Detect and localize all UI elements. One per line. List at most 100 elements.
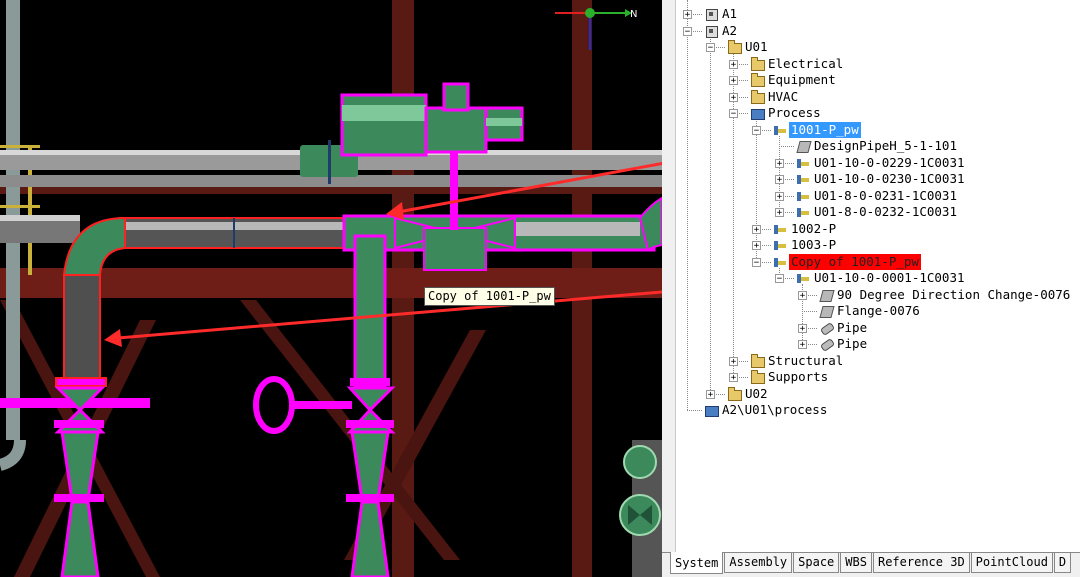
highlighted-vertical-pipe[interactable]: [353, 234, 387, 388]
collapse-toggle[interactable]: −: [729, 109, 738, 119]
unit-folder-icon: [727, 387, 742, 401]
expand-toggle[interactable]: +: [798, 291, 807, 301]
system-tree-panel[interactable]: + A1 − A2 − U01 + Electrical + Equipment + HVAC − Pro…: [662, 0, 1080, 577]
pipe-run-icon: [796, 205, 810, 219]
compass-north-label: N: [630, 9, 637, 20]
tree-item[interactable]: U01-8-0-0231-1C0031: [796, 188, 959, 204]
expand-toggle[interactable]: +: [729, 76, 738, 86]
expand-toggle[interactable]: +: [752, 241, 761, 251]
collapse-toggle[interactable]: −: [775, 274, 784, 284]
expand-toggle[interactable]: +: [775, 208, 784, 218]
tree-item[interactable]: Pipe: [819, 336, 869, 353]
tree-item-label: HVAC: [768, 89, 799, 104]
tree-item[interactable]: U01-10-0-0229-1C0031: [796, 155, 967, 171]
expand-toggle[interactable]: +: [798, 324, 807, 334]
collapse-toggle[interactable]: −: [752, 126, 761, 136]
pipe-part-icon: [819, 337, 836, 353]
tree-item[interactable]: A2: [704, 23, 739, 39]
tree-item-label: Pipe: [837, 320, 868, 335]
expand-toggle[interactable]: +: [706, 390, 715, 400]
compass-gizmo[interactable]: [555, 8, 632, 50]
pipe-run-icon: [796, 172, 810, 186]
tree-item-label: U02: [745, 386, 768, 401]
3d-viewport[interactable]: N Copy of 1001-P_pw: [0, 0, 662, 577]
tree-scrollbar[interactable]: [662, 0, 676, 552]
tab-d[interactable]: D: [1053, 553, 1072, 573]
expand-toggle[interactable]: +: [775, 192, 784, 202]
tree-item-label: 1003-P: [791, 237, 837, 252]
selected-vertical-pipe[interactable]: [63, 274, 101, 381]
tree-item[interactable]: A1: [704, 6, 739, 22]
workspace-tabs: System Assembly Space WBS Reference 3D PointC…: [662, 552, 1080, 577]
component-icon: [704, 24, 718, 38]
tree-item-label: U01-8-0-0231-1C0031: [814, 188, 957, 203]
tree-item-label: Structural: [768, 353, 844, 368]
tab-reference-3d[interactable]: Reference 3D: [872, 553, 970, 573]
tree-item-label: Supports: [768, 369, 829, 384]
tree-item-label: Equipment: [768, 72, 836, 87]
tree-item[interactable]: Supports: [750, 369, 830, 385]
tree-item-label: U01-8-0-0232-1C0031: [814, 204, 957, 219]
tree-item[interactable]: Copy of 1001-P_pw: [773, 254, 921, 270]
green-valve-right[interactable]: [619, 440, 662, 577]
expand-toggle[interactable]: +: [752, 225, 761, 235]
structural-folder-icon: [750, 354, 765, 368]
expand-toggle[interactable]: +: [729, 60, 738, 70]
unit-folder-icon: [727, 40, 742, 54]
tree-item-label: U01-10-0-0001-1C0031: [814, 270, 965, 285]
lower-valve-right[interactable]: [253, 376, 396, 577]
pipeline-icon: [773, 123, 787, 137]
design-pipe-icon: [796, 139, 812, 153]
tree-item[interactable]: 1003-P: [773, 237, 838, 253]
tab-system[interactable]: System: [670, 552, 724, 574]
tab-assembly[interactable]: Assembly: [724, 553, 793, 573]
collapse-toggle[interactable]: −: [683, 27, 692, 37]
tree-item-label: DesignPipeH_5-1-101: [814, 138, 957, 153]
tree-item-label: Copy of 1001-P_pw: [789, 254, 921, 270]
tree-item[interactable]: U02: [727, 386, 770, 402]
pipe-run-icon: [796, 271, 810, 285]
tree-item-label: Electrical: [768, 56, 844, 71]
tree-item[interactable]: HVAC: [750, 89, 800, 105]
tree-item[interactable]: U01-10-0-0230-1C0031: [796, 171, 967, 187]
tree-item[interactable]: 1001-P_pw: [773, 122, 861, 138]
tree-item[interactable]: Electrical: [750, 56, 845, 72]
system-tree[interactable]: + A1 − A2 − U01 + Electrical + Equipment + HVAC − Pro…: [662, 0, 1080, 552]
tree-item[interactable]: A2\U01\process: [704, 402, 829, 418]
expand-toggle[interactable]: +: [798, 340, 807, 350]
tree-item[interactable]: U01-8-0-0232-1C0031: [796, 204, 959, 220]
tree-item[interactable]: DesignPipeH_5-1-101: [796, 138, 959, 154]
annotation-arrow: [104, 329, 122, 347]
tree-item[interactable]: Structural: [750, 353, 845, 369]
equipment-folder-icon: [750, 73, 765, 87]
expand-toggle[interactable]: +: [775, 175, 784, 185]
tab-space[interactable]: Space: [793, 553, 840, 573]
lower-valve-left[interactable]: [0, 386, 150, 577]
pipeline-icon: [773, 238, 787, 252]
expand-toggle[interactable]: +: [683, 10, 692, 20]
tree-item-label: Pipe: [837, 336, 868, 351]
tree-item-label: U01: [745, 39, 768, 54]
valve-actuator[interactable]: [340, 93, 428, 157]
expand-toggle[interactable]: +: [729, 357, 738, 367]
tree-item[interactable]: Flange-0076: [819, 303, 922, 319]
tree-item[interactable]: Equipment: [750, 72, 838, 88]
tooltip: Copy of 1001-P_pw: [424, 287, 555, 306]
expand-toggle[interactable]: +: [775, 159, 784, 169]
tree-item[interactable]: Pipe: [819, 320, 869, 337]
tree-item[interactable]: 90 Degree Direction Change-0076: [819, 287, 1072, 303]
tree-item[interactable]: U01-10-0-0001-1C0031: [796, 270, 967, 286]
tab-wbs[interactable]: WBS: [840, 553, 872, 573]
expand-toggle[interactable]: +: [729, 373, 738, 383]
pipeline-icon: [773, 222, 787, 236]
collapse-toggle[interactable]: −: [752, 258, 761, 268]
tree-item[interactable]: 1002-P: [773, 221, 838, 237]
tree-item[interactable]: Process: [750, 105, 823, 121]
collapse-toggle[interactable]: −: [706, 43, 715, 53]
expand-toggle[interactable]: +: [729, 93, 738, 103]
pipe-run-icon: [796, 156, 810, 170]
tab-pointcloud[interactable]: PointCloud: [970, 553, 1053, 573]
process-folder-icon: [750, 106, 765, 120]
model-scene[interactable]: N: [0, 0, 662, 577]
tree-item[interactable]: U01: [727, 39, 770, 55]
